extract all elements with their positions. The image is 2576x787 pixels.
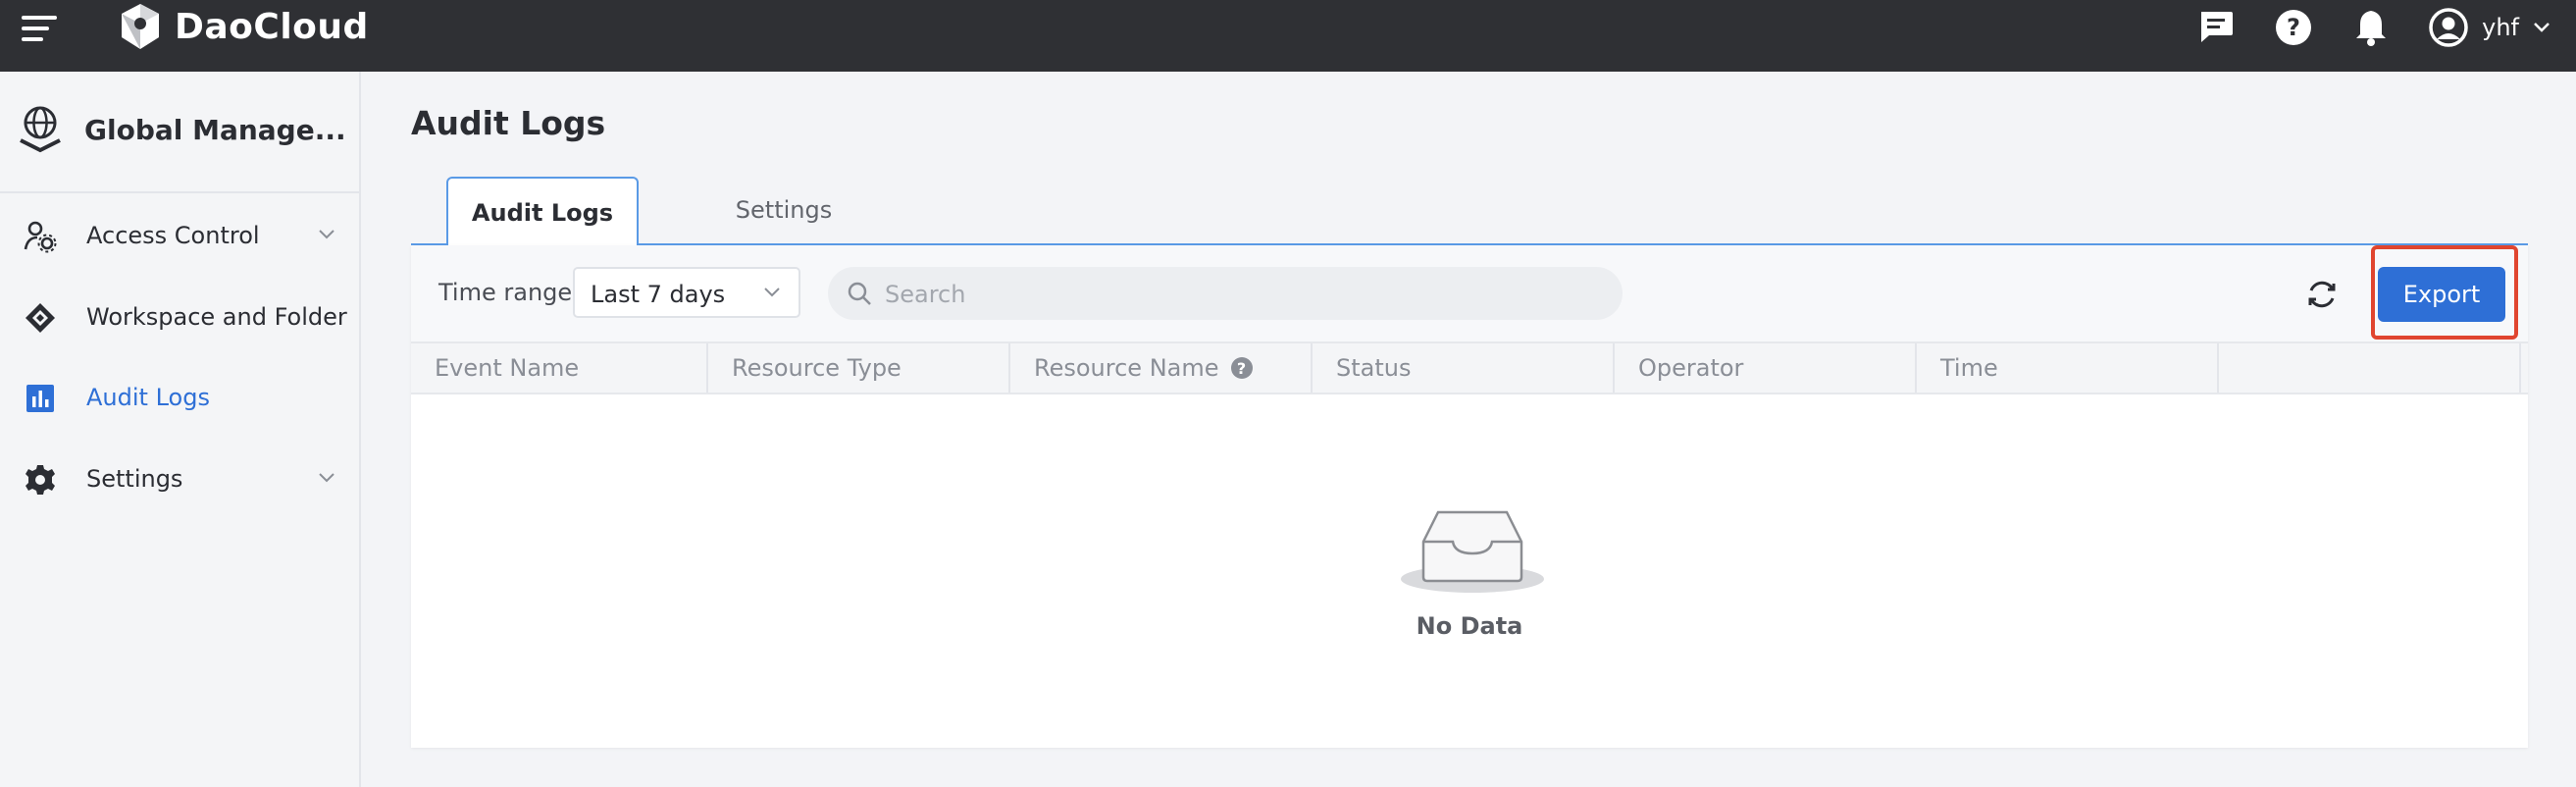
time-range-value: Last 7 days <box>591 281 726 308</box>
column-header-resource-type[interactable]: Resource Type <box>708 343 1010 393</box>
workspace-icon <box>26 303 55 333</box>
empty-inbox-icon <box>1401 510 1544 593</box>
bell-icon[interactable] <box>2351 8 2391 47</box>
toolbar: Time range Last 7 days Export <box>411 245 2528 341</box>
column-header-label: Time <box>1940 354 1998 382</box>
column-header-actions <box>2219 343 2521 393</box>
column-header-label: Resource Name <box>1034 354 1219 382</box>
daocloud-logo-icon <box>122 4 159 49</box>
chevron-down-icon <box>319 473 335 483</box>
menu-icon[interactable] <box>22 14 57 43</box>
sidebar-divider <box>0 191 359 193</box>
search-input[interactable] <box>883 277 1593 312</box>
column-header-label: Event Name <box>435 354 580 382</box>
sidebar-item-audit-logs[interactable]: Audit Logs <box>0 368 359 427</box>
top-navigation-bar: DaoCloud ? yhf <box>0 0 2576 72</box>
search-box[interactable] <box>828 267 1623 320</box>
column-header-label: Status <box>1336 354 1412 382</box>
chevron-down-icon <box>319 230 335 239</box>
user-gear-icon <box>24 221 57 253</box>
sidebar-item-label: Access Control <box>86 222 260 249</box>
column-header-operator[interactable]: Operator <box>1615 343 1917 393</box>
chat-icon[interactable] <box>2196 8 2236 47</box>
table-header: Event Name Resource Type Resource Name? … <box>411 341 2528 394</box>
column-header-resource-name[interactable]: Resource Name? <box>1010 343 1313 393</box>
logo[interactable]: DaoCloud <box>116 0 369 53</box>
column-header-status[interactable]: Status <box>1313 343 1615 393</box>
chevron-down-icon <box>764 288 780 297</box>
search-icon <box>848 282 871 305</box>
user-menu[interactable]: yhf <box>2429 8 2550 47</box>
chevron-down-icon <box>2534 23 2550 32</box>
empty-state: No Data <box>411 394 2528 748</box>
svg-text:?: ? <box>2287 14 2300 41</box>
column-header-time[interactable]: Time <box>1917 343 2219 393</box>
column-header-label: Resource Type <box>732 354 902 382</box>
export-button[interactable]: Export <box>2378 267 2505 322</box>
sidebar-item-label: Workspace and Folder <box>86 303 347 331</box>
tab-audit-logs[interactable]: Audit Logs <box>446 177 639 247</box>
time-range-label: Time range <box>438 279 573 306</box>
help-icon[interactable]: ? <box>2274 8 2313 47</box>
module-header[interactable]: Global Manage... <box>18 105 346 154</box>
help-icon[interactable]: ? <box>1230 357 1253 379</box>
sidebar-item-label: Settings <box>86 465 183 493</box>
refresh-icon[interactable] <box>2302 275 2342 314</box>
module-title: Global Manage... <box>84 113 346 146</box>
audit-log-panel: Time range Last 7 days Export Event Name… <box>411 245 2528 748</box>
sidebar: Global Manage... Access Control Workspac… <box>0 72 361 787</box>
globe-icon <box>20 106 61 153</box>
sidebar-item-settings[interactable]: Settings <box>0 449 359 508</box>
sidebar-item-workspace-and-folder[interactable]: Workspace and Folder <box>0 288 359 346</box>
sidebar-item-access-control[interactable]: Access Control <box>0 206 359 265</box>
column-header-label: Operator <box>1638 354 1744 382</box>
empty-state-text: No Data <box>1416 612 1523 640</box>
tab-settings[interactable]: Settings <box>656 177 911 243</box>
time-range-select[interactable]: Last 7 days <box>573 267 800 318</box>
page-title: Audit Logs <box>411 104 606 142</box>
tab-bar: Audit Logs Settings <box>411 177 2528 247</box>
bar-chart-icon <box>26 385 54 412</box>
gear-icon <box>26 465 55 495</box>
user-avatar-icon <box>2429 8 2468 47</box>
user-name: yhf <box>2482 14 2519 41</box>
sidebar-item-label: Audit Logs <box>86 384 210 411</box>
column-header-event-name[interactable]: Event Name <box>411 343 708 393</box>
logo-text: DaoCloud <box>175 6 369 47</box>
